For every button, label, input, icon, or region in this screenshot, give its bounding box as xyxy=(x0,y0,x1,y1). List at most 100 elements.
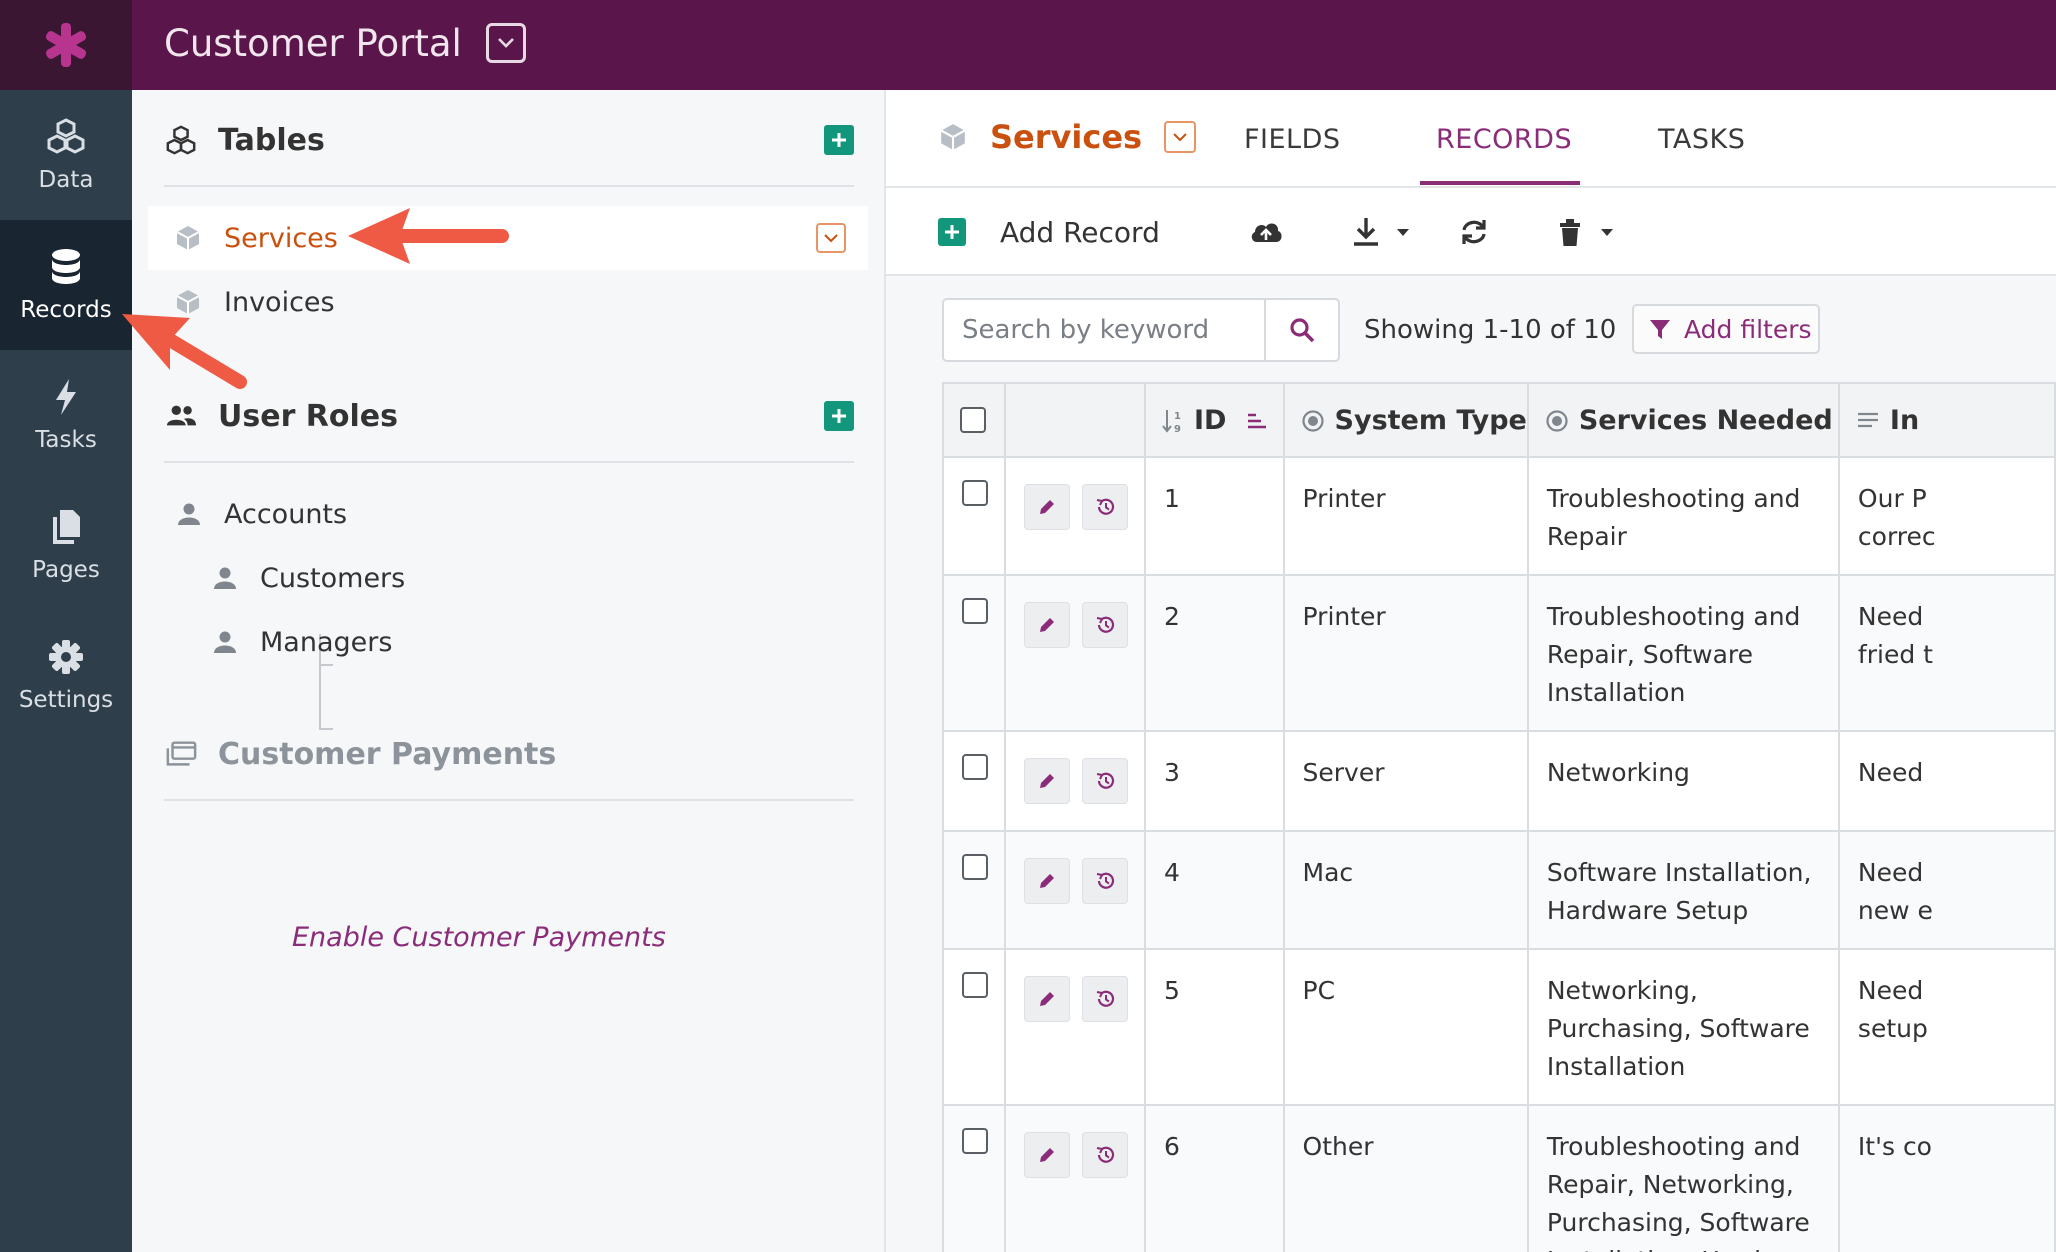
table-item-invoices[interactable]: Invoices xyxy=(148,270,868,334)
cell-services-needed[interactable]: Troubleshooting and Repair, Software Insta… xyxy=(1526,574,1840,732)
export-button[interactable] xyxy=(1348,214,1410,250)
row-checkbox[interactable] xyxy=(962,480,988,506)
edit-record-button[interactable] xyxy=(1024,1132,1070,1178)
customer-payments-heading: Customer Payments xyxy=(218,736,557,772)
cell-services-needed[interactable]: Networking xyxy=(1526,730,1840,832)
record-history-button[interactable] xyxy=(1082,602,1128,648)
cell-services-needed[interactable]: Software Installation, Hardware Setup xyxy=(1526,830,1840,950)
record-history-button[interactable] xyxy=(1082,758,1128,804)
search-icon xyxy=(1290,318,1315,343)
app-logo[interactable] xyxy=(0,0,132,90)
rail-label: Data xyxy=(38,167,94,193)
add-table-button[interactable] xyxy=(824,125,854,155)
role-item-accounts[interactable]: Accounts xyxy=(176,484,347,544)
column-header-services-needed[interactable]: Services Needed xyxy=(1526,382,1840,458)
cell-services-needed[interactable]: Networking, Purchasing, Software Installat… xyxy=(1526,948,1840,1106)
app-switcher-button[interactable] xyxy=(486,23,526,63)
cell-system-type[interactable]: Other xyxy=(1282,1104,1529,1252)
rail-item-tasks[interactable]: Tasks xyxy=(0,350,132,480)
role-item-customers[interactable]: Customers xyxy=(212,548,405,608)
row-checkbox[interactable] xyxy=(962,598,988,624)
rail-item-data[interactable]: Data xyxy=(0,90,132,220)
cell-system-type[interactable]: Mac xyxy=(1282,830,1529,950)
divider xyxy=(164,799,854,801)
cell-issue[interactable]: Need setup xyxy=(1837,948,2056,1106)
add-user-role-button[interactable] xyxy=(824,401,854,431)
tab-fields[interactable]: FIELDS xyxy=(1244,90,1341,186)
cell-system-type[interactable]: Printer xyxy=(1282,456,1529,576)
record-history-button[interactable] xyxy=(1082,858,1128,904)
cell-id[interactable]: 3 xyxy=(1144,730,1285,832)
edit-record-button[interactable] xyxy=(1024,976,1070,1022)
tables-section-header: Tables xyxy=(164,110,854,170)
search-input[interactable] xyxy=(944,300,1264,360)
record-history-button[interactable] xyxy=(1082,1132,1128,1178)
cell-system-type[interactable]: Server xyxy=(1282,730,1529,832)
record-history-button[interactable] xyxy=(1082,484,1128,530)
refresh-button[interactable] xyxy=(1456,214,1492,250)
tables-heading: Tables xyxy=(218,122,325,158)
role-item-managers[interactable]: Managers xyxy=(212,612,392,672)
row-checkbox[interactable] xyxy=(962,972,988,998)
row-checkbox[interactable] xyxy=(962,854,988,880)
cell-system-type[interactable]: PC xyxy=(1282,948,1529,1106)
refresh-icon xyxy=(1462,220,1486,244)
add-filters-label: Add filters xyxy=(1684,314,1812,344)
cell-issue[interactable]: Need xyxy=(1837,730,2056,832)
row-checkbox[interactable] xyxy=(962,754,988,780)
cell-line: new e xyxy=(1857,896,1933,925)
select-all-checkbox[interactable] xyxy=(960,407,986,433)
delete-menu-button[interactable] xyxy=(1552,214,1614,250)
row-actions-cell xyxy=(1004,830,1146,950)
cell-system-type[interactable]: Printer xyxy=(1282,574,1529,732)
edit-record-button[interactable] xyxy=(1024,758,1070,804)
cell-issue[interactable]: Need new e xyxy=(1837,830,2056,950)
cell-issue[interactable]: It's co xyxy=(1837,1104,2056,1252)
cell-id[interactable]: 4 xyxy=(1144,830,1285,950)
enable-customer-payments-link[interactable]: Enable Customer Payments xyxy=(292,922,666,953)
row-actions-cell xyxy=(1004,948,1146,1106)
cell-id[interactable]: 2 xyxy=(1144,574,1285,732)
caret-down-icon xyxy=(1397,229,1409,236)
table-row[interactable]: 2 Printer Troubleshooting and Repair, Softw… xyxy=(942,574,2056,732)
cell-id[interactable]: 6 xyxy=(1144,1104,1285,1252)
rail-item-settings[interactable]: Settings xyxy=(0,610,132,740)
object-options-dropdown[interactable] xyxy=(1164,121,1197,153)
rail-item-records[interactable]: Records xyxy=(0,220,132,350)
column-header-system-type[interactable]: System Type xyxy=(1282,382,1529,458)
cell-issue[interactable]: Our P correc xyxy=(1837,456,2056,576)
search-button[interactable] xyxy=(1264,300,1338,360)
cell-services-needed[interactable]: Troubleshooting and Repair xyxy=(1526,456,1840,576)
tab-tasks[interactable]: TASKS xyxy=(1658,90,1745,186)
edit-record-button[interactable] xyxy=(1024,484,1070,530)
user-icon xyxy=(178,503,200,525)
cell-id[interactable]: 1 xyxy=(1144,456,1285,576)
rail-item-pages[interactable]: Pages xyxy=(0,480,132,610)
cell-id[interactable]: 5 xyxy=(1144,948,1285,1106)
import-button[interactable] xyxy=(1248,214,1284,250)
customer-payments-section-header: Customer Payments xyxy=(164,724,854,784)
cell-line: Troubleshooting and xyxy=(1546,484,1801,513)
add-record-button[interactable]: Add Record xyxy=(938,208,1160,256)
records-table: 1 9 ID System Type Services Needed In 1 Pri… xyxy=(942,382,2056,1252)
column-header-issue[interactable]: In xyxy=(1837,382,2056,458)
cell-line: It's co xyxy=(1857,1132,1932,1161)
record-history-button[interactable] xyxy=(1082,976,1128,1022)
column-header-label: System Type xyxy=(1334,404,1527,436)
table-row[interactable]: 5 PC Networking, Purchasing, Software Instal… xyxy=(942,948,2056,1106)
edit-record-button[interactable] xyxy=(1024,602,1070,648)
cell-services-needed[interactable]: Troubleshooting and Repair, Networking, Pu… xyxy=(1526,1104,1840,1252)
table-row[interactable]: 6 Other Troubleshooting and Repair, Network… xyxy=(942,1104,2056,1252)
edit-record-button[interactable] xyxy=(1024,858,1070,904)
add-filters-button[interactable]: Add filters xyxy=(1632,304,1820,354)
table-options-dropdown[interactable] xyxy=(816,223,846,253)
row-checkbox[interactable] xyxy=(962,1128,988,1154)
cell-issue[interactable]: Need fried t xyxy=(1837,574,2056,732)
column-header-id[interactable]: 1 9 ID xyxy=(1144,382,1285,458)
cell-line: Repair xyxy=(1546,522,1627,551)
table-row[interactable]: 3 Server Networking Need xyxy=(942,730,2056,832)
tab-records[interactable]: RECORDS xyxy=(1436,90,1572,186)
table-row[interactable]: 1 Printer Troubleshooting and Repair Our P co… xyxy=(942,456,2056,576)
table-row[interactable]: 4 Mac Software Installation, Hardware Setup… xyxy=(942,830,2056,950)
cell-line: Need xyxy=(1857,976,1924,1005)
